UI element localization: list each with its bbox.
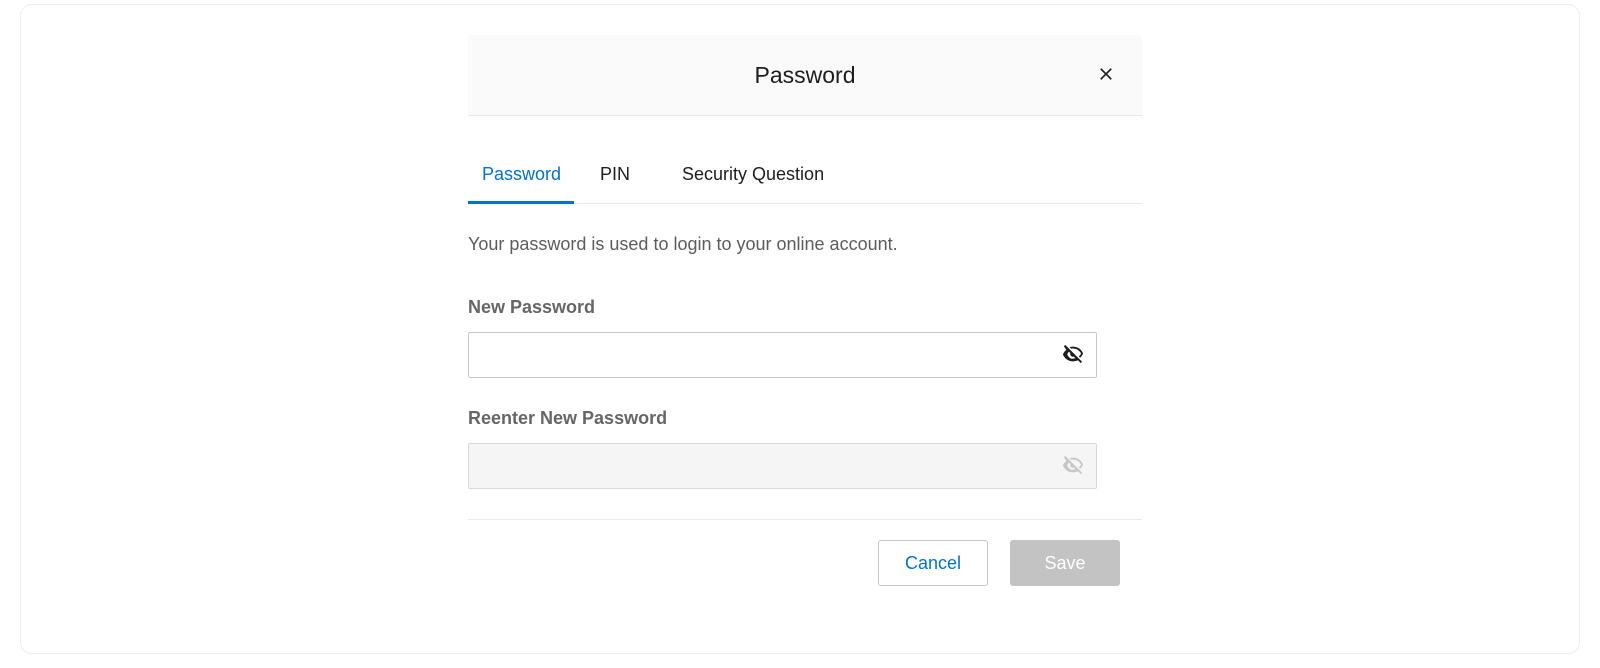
modal-body: Your password is used to login to your o…	[468, 204, 1142, 489]
tabs: Password PIN Security Question	[468, 154, 1142, 204]
tab-label: Password	[482, 164, 561, 184]
new-password-input-wrap	[468, 332, 1097, 378]
toggle-reenter-password-visibility	[1059, 452, 1087, 480]
password-modal: Password Password PIN Security Question …	[468, 35, 1142, 586]
close-button[interactable]	[1090, 59, 1122, 91]
page-container: Password Password PIN Security Question …	[20, 4, 1580, 654]
save-button-label: Save	[1044, 553, 1085, 573]
reenter-password-field: Reenter New Password	[468, 408, 1142, 489]
modal-title: Password	[755, 62, 856, 89]
tab-label: PIN	[600, 164, 630, 184]
eye-off-icon	[1062, 343, 1084, 368]
cancel-button-label: Cancel	[905, 553, 961, 573]
new-password-input[interactable]	[468, 332, 1097, 378]
tab-label: Security Question	[682, 164, 824, 184]
reenter-password-input-wrap	[468, 443, 1097, 489]
save-button[interactable]: Save	[1010, 540, 1120, 586]
toggle-new-password-visibility[interactable]	[1059, 341, 1087, 369]
password-description: Your password is used to login to your o…	[468, 234, 1142, 255]
tab-security-question[interactable]: Security Question	[656, 154, 850, 203]
eye-off-icon	[1062, 454, 1084, 479]
close-icon	[1096, 64, 1116, 87]
tab-pin[interactable]: PIN	[574, 154, 656, 203]
modal-footer: Cancel Save	[468, 520, 1142, 586]
tab-password[interactable]: Password	[468, 154, 574, 203]
new-password-field: New Password	[468, 297, 1142, 378]
modal-header: Password	[468, 35, 1142, 116]
cancel-button[interactable]: Cancel	[878, 540, 988, 586]
reenter-password-label: Reenter New Password	[468, 408, 1142, 429]
new-password-label: New Password	[468, 297, 1142, 318]
reenter-password-input[interactable]	[468, 443, 1097, 489]
